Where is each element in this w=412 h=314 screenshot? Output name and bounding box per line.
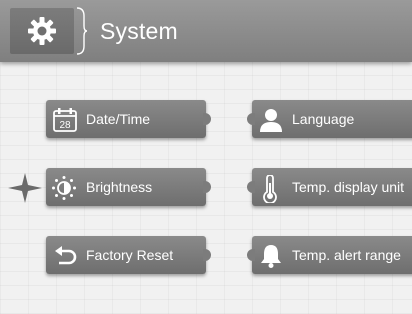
language-label: Language bbox=[292, 111, 355, 127]
header-icon-box[interactable] bbox=[10, 8, 74, 54]
temp-display-unit-button[interactable]: Temp. display unit bbox=[247, 168, 412, 206]
brightness-label: Brightness bbox=[86, 179, 153, 195]
person-icon bbox=[260, 109, 282, 132]
date-time-label: Date/Time bbox=[86, 111, 151, 127]
date-time-button[interactable]: 28 Date/Time bbox=[46, 100, 211, 138]
sparkle-selector-icon bbox=[8, 173, 42, 203]
header-divider bbox=[76, 7, 88, 55]
tile-notch bbox=[203, 181, 211, 193]
header-bar: System bbox=[0, 0, 412, 62]
bell-icon bbox=[261, 245, 281, 268]
temp-display-unit-label: Temp. display unit bbox=[292, 179, 405, 195]
tile-notch bbox=[247, 181, 255, 193]
tile-notch bbox=[247, 249, 255, 261]
factory-reset-button[interactable]: Factory Reset bbox=[46, 236, 211, 274]
temp-alert-range-label: Temp. alert range bbox=[292, 247, 401, 263]
gear-icon bbox=[28, 17, 56, 45]
tile-notch bbox=[247, 113, 255, 125]
page-title: System bbox=[100, 18, 178, 44]
tile-notch bbox=[203, 249, 211, 261]
thermometer-icon bbox=[263, 175, 277, 203]
tile-notch bbox=[203, 113, 211, 125]
language-button[interactable]: Language bbox=[247, 100, 412, 138]
calendar-icon: 28 bbox=[53, 108, 77, 132]
reset-arrow-icon bbox=[55, 246, 77, 265]
temp-alert-range-button[interactable]: Temp. alert range bbox=[247, 236, 412, 274]
factory-reset-label: Factory Reset bbox=[86, 247, 174, 263]
calendar-day-text: 28 bbox=[59, 120, 71, 131]
brightness-button[interactable]: Brightness bbox=[46, 168, 211, 206]
sun-icon bbox=[52, 176, 76, 200]
